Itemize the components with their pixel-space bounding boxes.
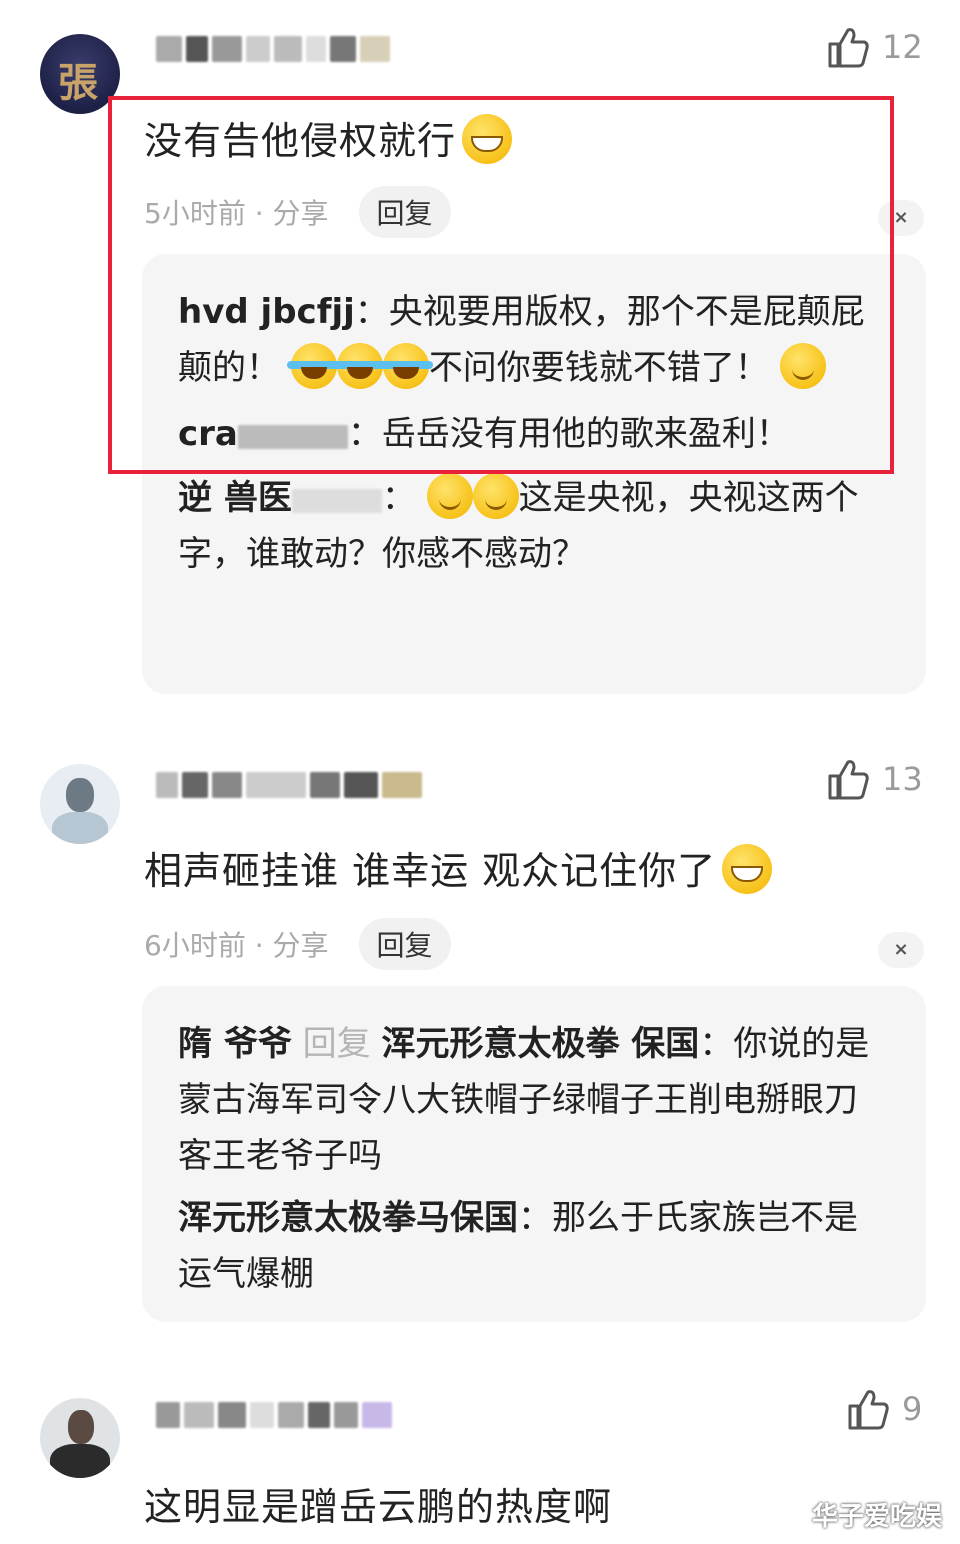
watermark: 华子爱吃娱 (812, 1502, 943, 1532)
reply-button[interactable]: 回复 (358, 918, 451, 970)
reply-item[interactable]: 隋 爷爷 回复 浑元形意太极拳 保国：你说的是蒙古海军司令八大铁帽子绿帽子王削电… (178, 1016, 890, 1184)
username-blurred[interactable] (156, 34, 390, 64)
comment-text: 相声砸挂谁 谁幸运 观众记住你了 (144, 840, 773, 895)
comment-meta: 6小时前 · 分享 回复 (144, 918, 451, 970)
like-button[interactable]: 9 (846, 1388, 922, 1430)
reply-target-username[interactable]: 浑元形意太极拳 保国 (381, 1024, 699, 1064)
like-button[interactable]: 13 (826, 758, 923, 800)
like-count: 9 (902, 1390, 923, 1428)
avatar-logo-icon: 張 (58, 59, 98, 106)
reply-item[interactable]: 浑元形意太极拳马保国：那么于氏家族岂不是运气爆棚 (178, 1190, 890, 1302)
username-blurred[interactable] (156, 1400, 392, 1430)
thumbs-up-icon (828, 760, 869, 800)
comment-2: 13 相声砸挂谁 谁幸运 观众记住你了 6小时前 · 分享 回复 × 隋 爷爷 … (0, 740, 960, 1340)
reply-thread: 隋 爷爷 回复 浑元形意太极拳 保国：你说的是蒙古海军司令八大铁帽子绿帽子王削电… (142, 986, 926, 1322)
close-button[interactable]: × (878, 932, 924, 968)
timestamp: 6小时前 (144, 929, 246, 962)
thumbs-up-icon (848, 1390, 889, 1430)
grin-emoji-icon (722, 844, 773, 894)
comment-text: 这明显是蹭岳云鹏的热度啊 (144, 1485, 613, 1529)
like-button[interactable]: 12 (826, 26, 923, 68)
smirk-emoji-icon (426, 473, 473, 519)
user-avatar[interactable] (40, 764, 120, 844)
like-count: 13 (882, 760, 923, 798)
reply-item[interactable]: 逆 兽医： 这是央视，央视这两个字，谁敢动？你感不感动？ (178, 470, 890, 582)
share-link[interactable]: · 分享 (255, 929, 329, 962)
reply-username[interactable]: 浑元形意太极拳马保国 (178, 1198, 518, 1238)
username-blurred[interactable] (156, 770, 422, 800)
user-avatar[interactable] (40, 1398, 120, 1478)
highlight-box (108, 96, 894, 474)
reply-word: 回复 (302, 1024, 371, 1064)
reply-username[interactable]: 隋 爷爷 (178, 1024, 292, 1064)
like-count: 12 (882, 28, 923, 66)
reply-username[interactable]: 逆 兽医 (178, 478, 292, 518)
thumbs-up-icon (828, 28, 869, 68)
smirk-emoji-icon (472, 473, 519, 519)
